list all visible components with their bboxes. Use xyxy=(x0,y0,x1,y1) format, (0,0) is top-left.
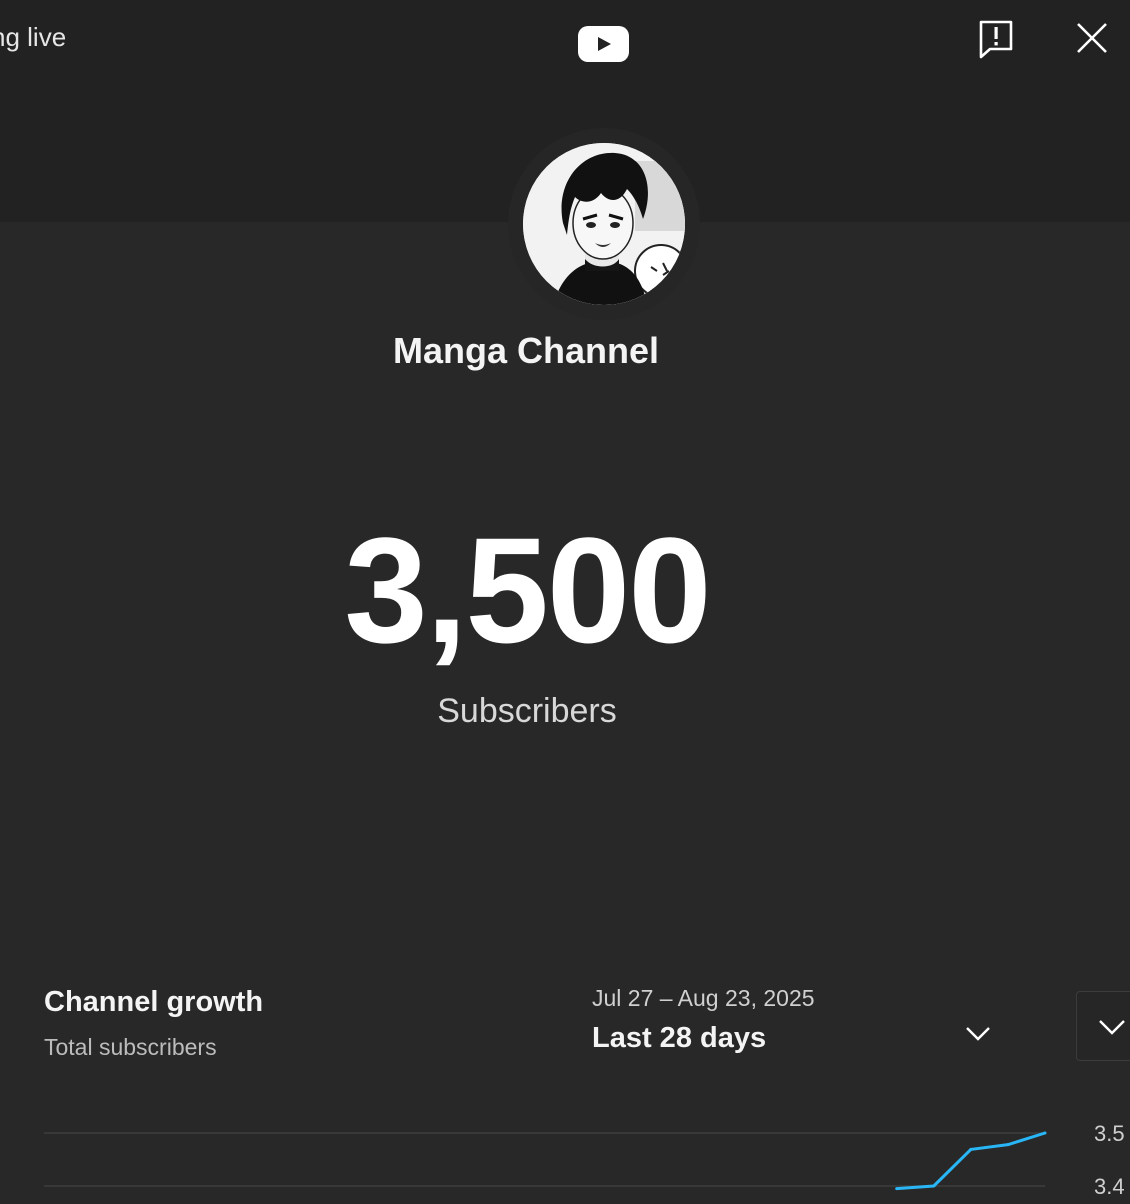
section-title: Channel growth xyxy=(44,986,264,1018)
data-point xyxy=(895,1187,899,1191)
data-point xyxy=(1006,1143,1010,1147)
subscriber-label: Subscribers xyxy=(437,692,617,730)
date-range: Jul 27 – Aug 23, 2025 xyxy=(592,985,815,1011)
report-flag-icon xyxy=(979,20,1013,59)
y-tick-label: 3.5 xyxy=(1094,1121,1125,1146)
y-tick-label: 3.4 xyxy=(1094,1174,1125,1199)
period-dropdown[interactable]: Last 28 days xyxy=(592,1020,1002,1064)
report-button[interactable] xyxy=(972,14,1020,64)
avatar[interactable] xyxy=(523,143,685,305)
close-button[interactable] xyxy=(1068,14,1116,62)
subscriber-growth-chart: 3.5 3.4 xyxy=(44,1121,1125,1199)
page-title-fragment: ng live xyxy=(0,22,67,52)
data-point xyxy=(1043,1131,1047,1135)
close-icon xyxy=(1077,23,1107,53)
manga-character-avatar xyxy=(523,143,685,305)
data-point xyxy=(932,1184,936,1188)
section-subtitle: Total subscribers xyxy=(44,1034,217,1060)
subscriber-count: 3,500 xyxy=(344,506,711,674)
period-label: Last 28 days xyxy=(592,1022,767,1054)
youtube-logo-icon xyxy=(578,26,629,62)
channel-name: Manga Channel xyxy=(392,330,660,371)
chevron-down-icon xyxy=(1099,1020,1125,1035)
chevron-down-icon xyxy=(966,1027,990,1041)
expand-chart-button[interactable] xyxy=(1076,991,1130,1061)
series-line xyxy=(896,1131,1046,1191)
data-point xyxy=(969,1147,973,1151)
